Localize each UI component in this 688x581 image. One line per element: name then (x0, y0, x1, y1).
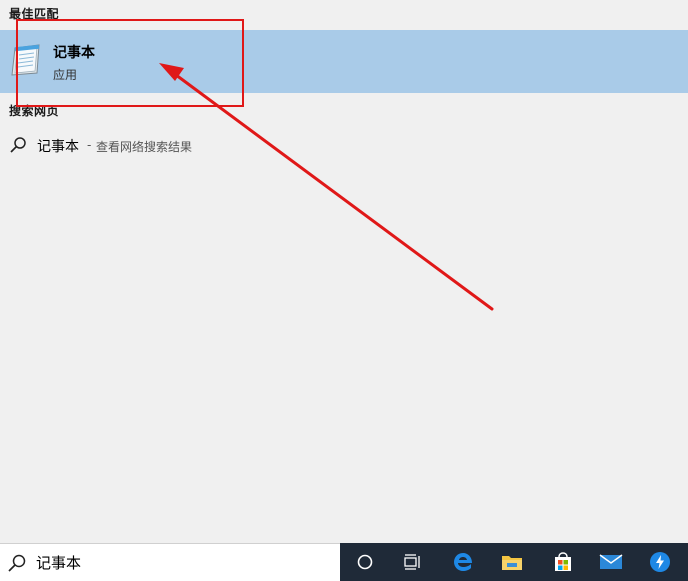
mail-icon (599, 554, 623, 569)
task-view-icon (404, 554, 420, 570)
cortana-button[interactable] (341, 543, 389, 581)
mail-button[interactable] (587, 543, 635, 581)
annotation-highlight-box (16, 19, 244, 107)
store-button[interactable] (539, 543, 587, 581)
search-icon (10, 137, 26, 153)
file-explorer-icon (502, 556, 522, 570)
web-hint: 查看网络搜索结果 (96, 140, 193, 154)
store-icon (555, 552, 571, 571)
cortana-icon (357, 554, 373, 570)
taskbar (340, 543, 688, 581)
search-input[interactable] (36, 551, 326, 573)
app-icon (650, 552, 670, 572)
web-separator: - (87, 138, 92, 152)
edge-button[interactable] (439, 543, 487, 581)
search-icon (8, 554, 26, 572)
search-bar[interactable] (0, 543, 340, 581)
file-explorer-button[interactable] (488, 543, 536, 581)
edge-icon (454, 553, 472, 571)
web-query: 记事本 (37, 139, 79, 155)
search-results-panel: 最佳匹配 记事本 应用 搜索网页 记事本 - 查看网络搜索结果 (0, 0, 688, 543)
web-search-result[interactable]: 记事本 - 查看网络搜索结果 (0, 132, 688, 158)
app-button[interactable] (636, 543, 684, 581)
task-view-button[interactable] (389, 543, 437, 581)
